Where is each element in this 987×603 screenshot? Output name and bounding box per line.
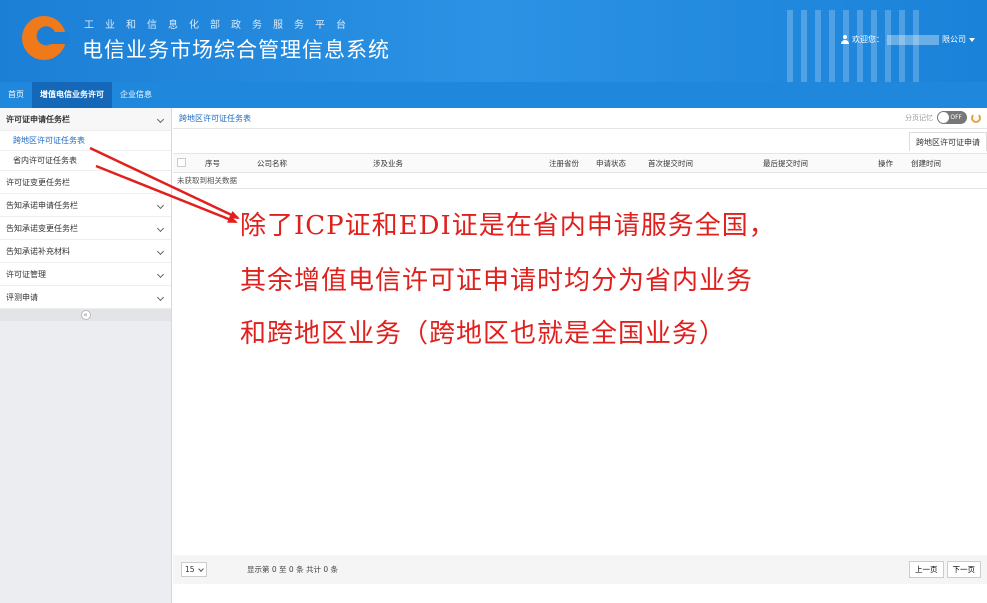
- arrow-to-provincial: [95, 164, 238, 224]
- annotation-line-3: 和跨地区业务（跨地区也就是全国业务）: [240, 319, 727, 349]
- annotation-line-2: 其余增值电信许可证申请时均分为省内业务: [240, 266, 754, 296]
- annotation-line-1: 除了ICP证和EDI证是在省内申请服务全国，: [240, 211, 776, 241]
- arrow-to-cross-region: [89, 146, 240, 220]
